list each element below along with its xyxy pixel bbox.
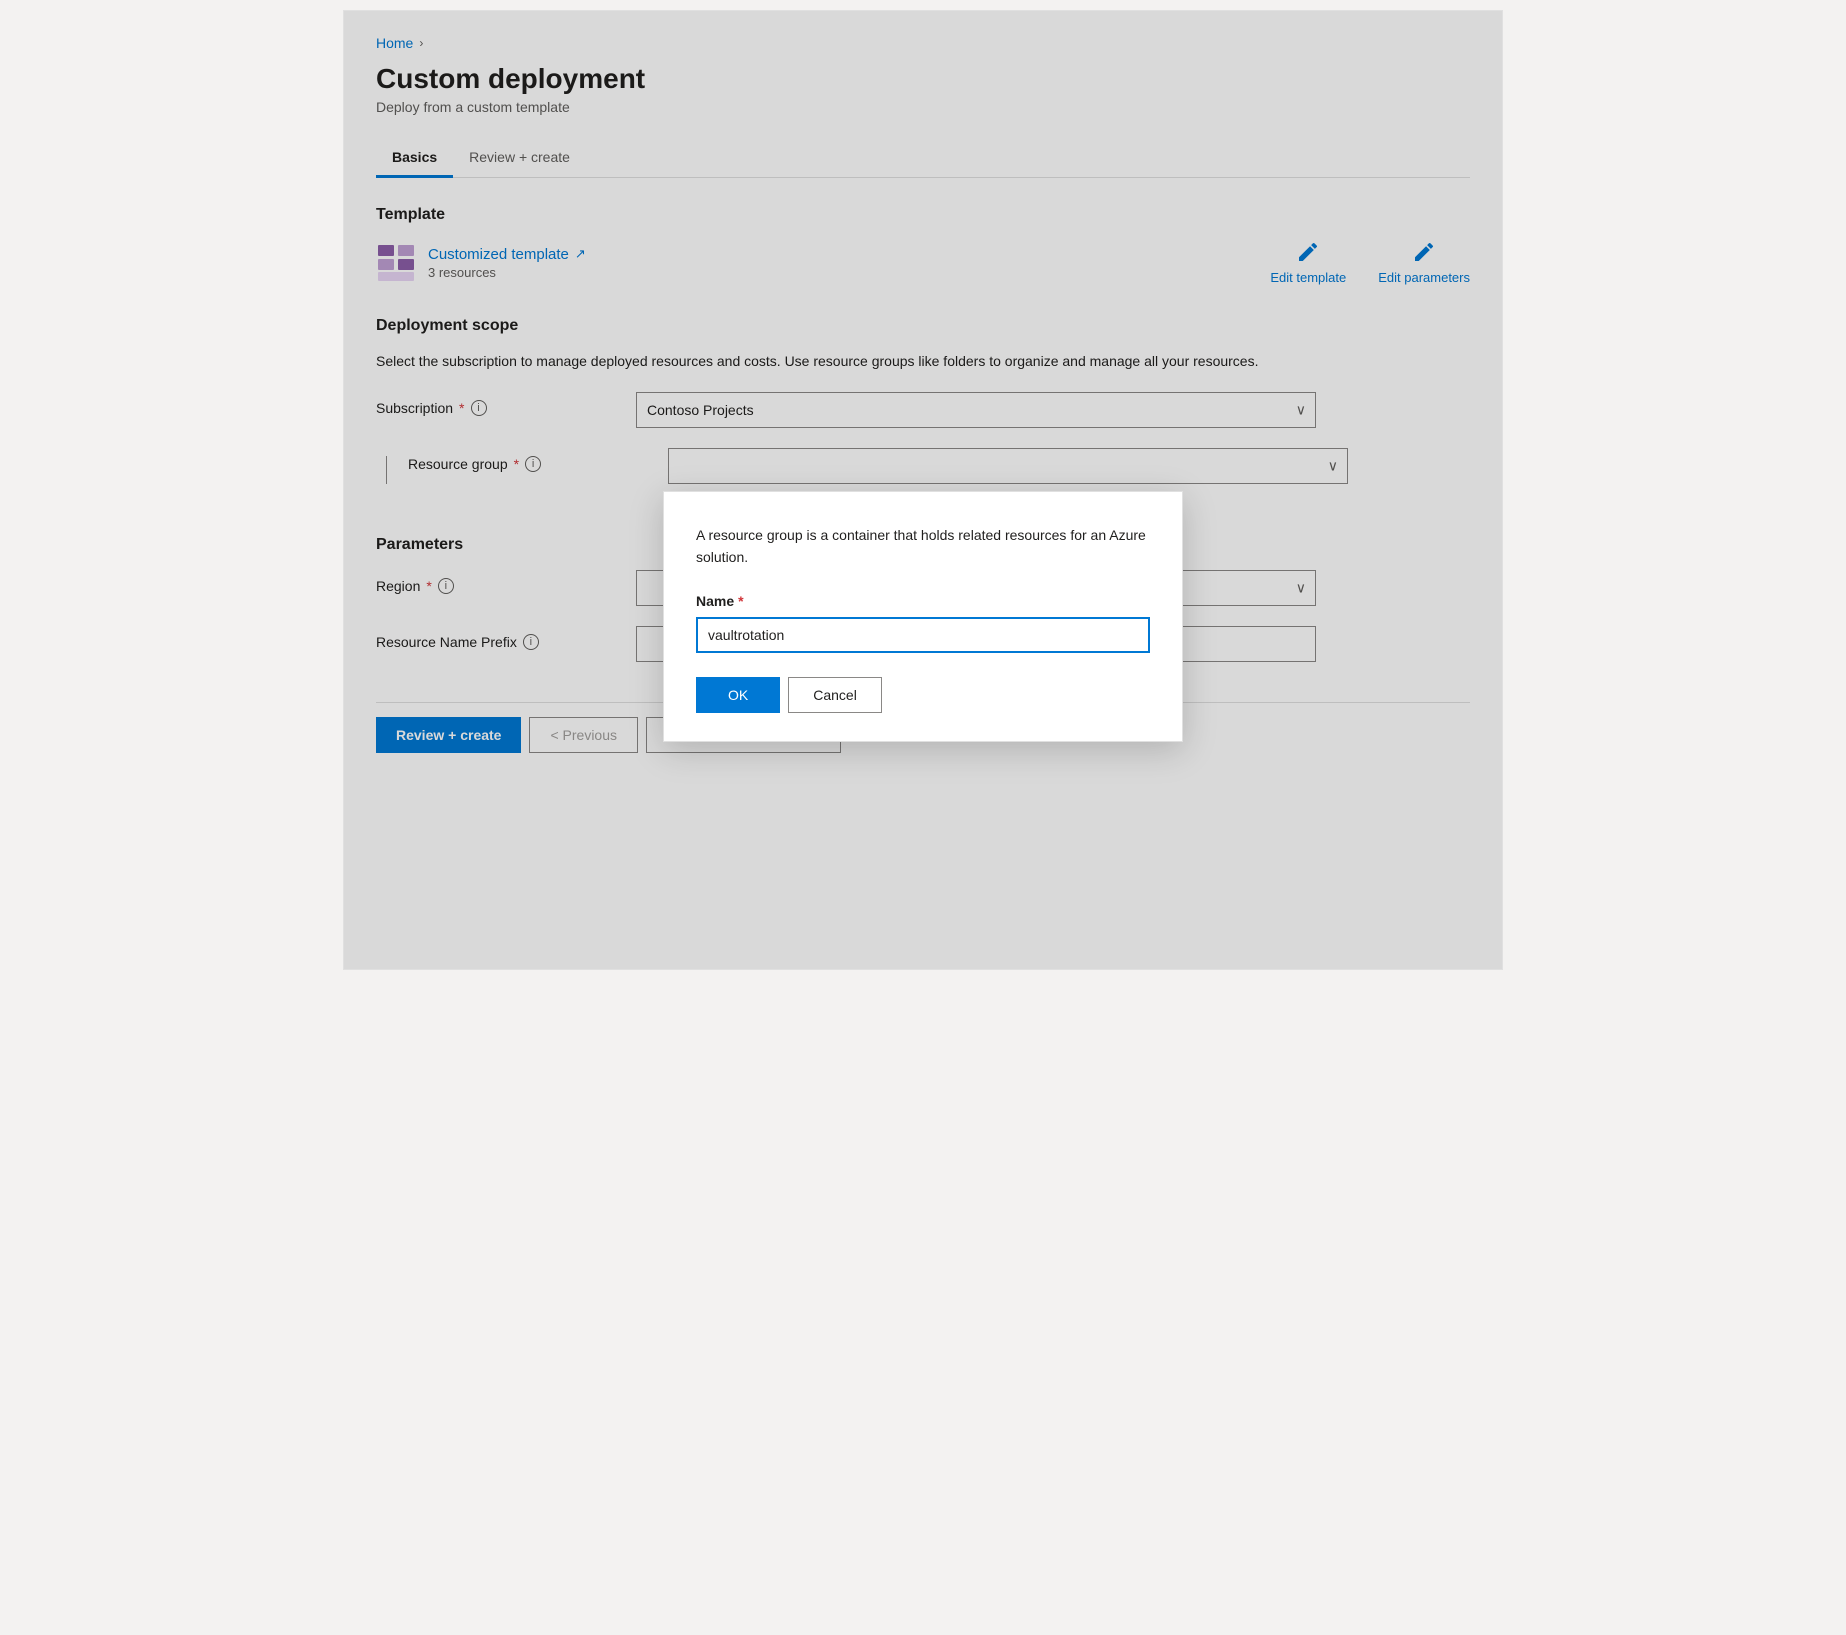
modal-description: A resource group is a container that hol… — [696, 524, 1150, 569]
modal-name-label: Name * — [696, 593, 1150, 609]
modal-cancel-button[interactable]: Cancel — [788, 677, 882, 713]
page-container: Home › Custom deployment Deploy from a c… — [343, 10, 1503, 970]
modal-name-required-star: * — [738, 593, 743, 609]
modal-name-input[interactable] — [696, 617, 1150, 653]
create-resource-group-modal: A resource group is a container that hol… — [663, 491, 1183, 742]
modal-ok-button[interactable]: OK — [696, 677, 780, 713]
modal-actions: OK Cancel — [696, 677, 1150, 713]
modal-overlay: A resource group is a container that hol… — [344, 11, 1502, 969]
